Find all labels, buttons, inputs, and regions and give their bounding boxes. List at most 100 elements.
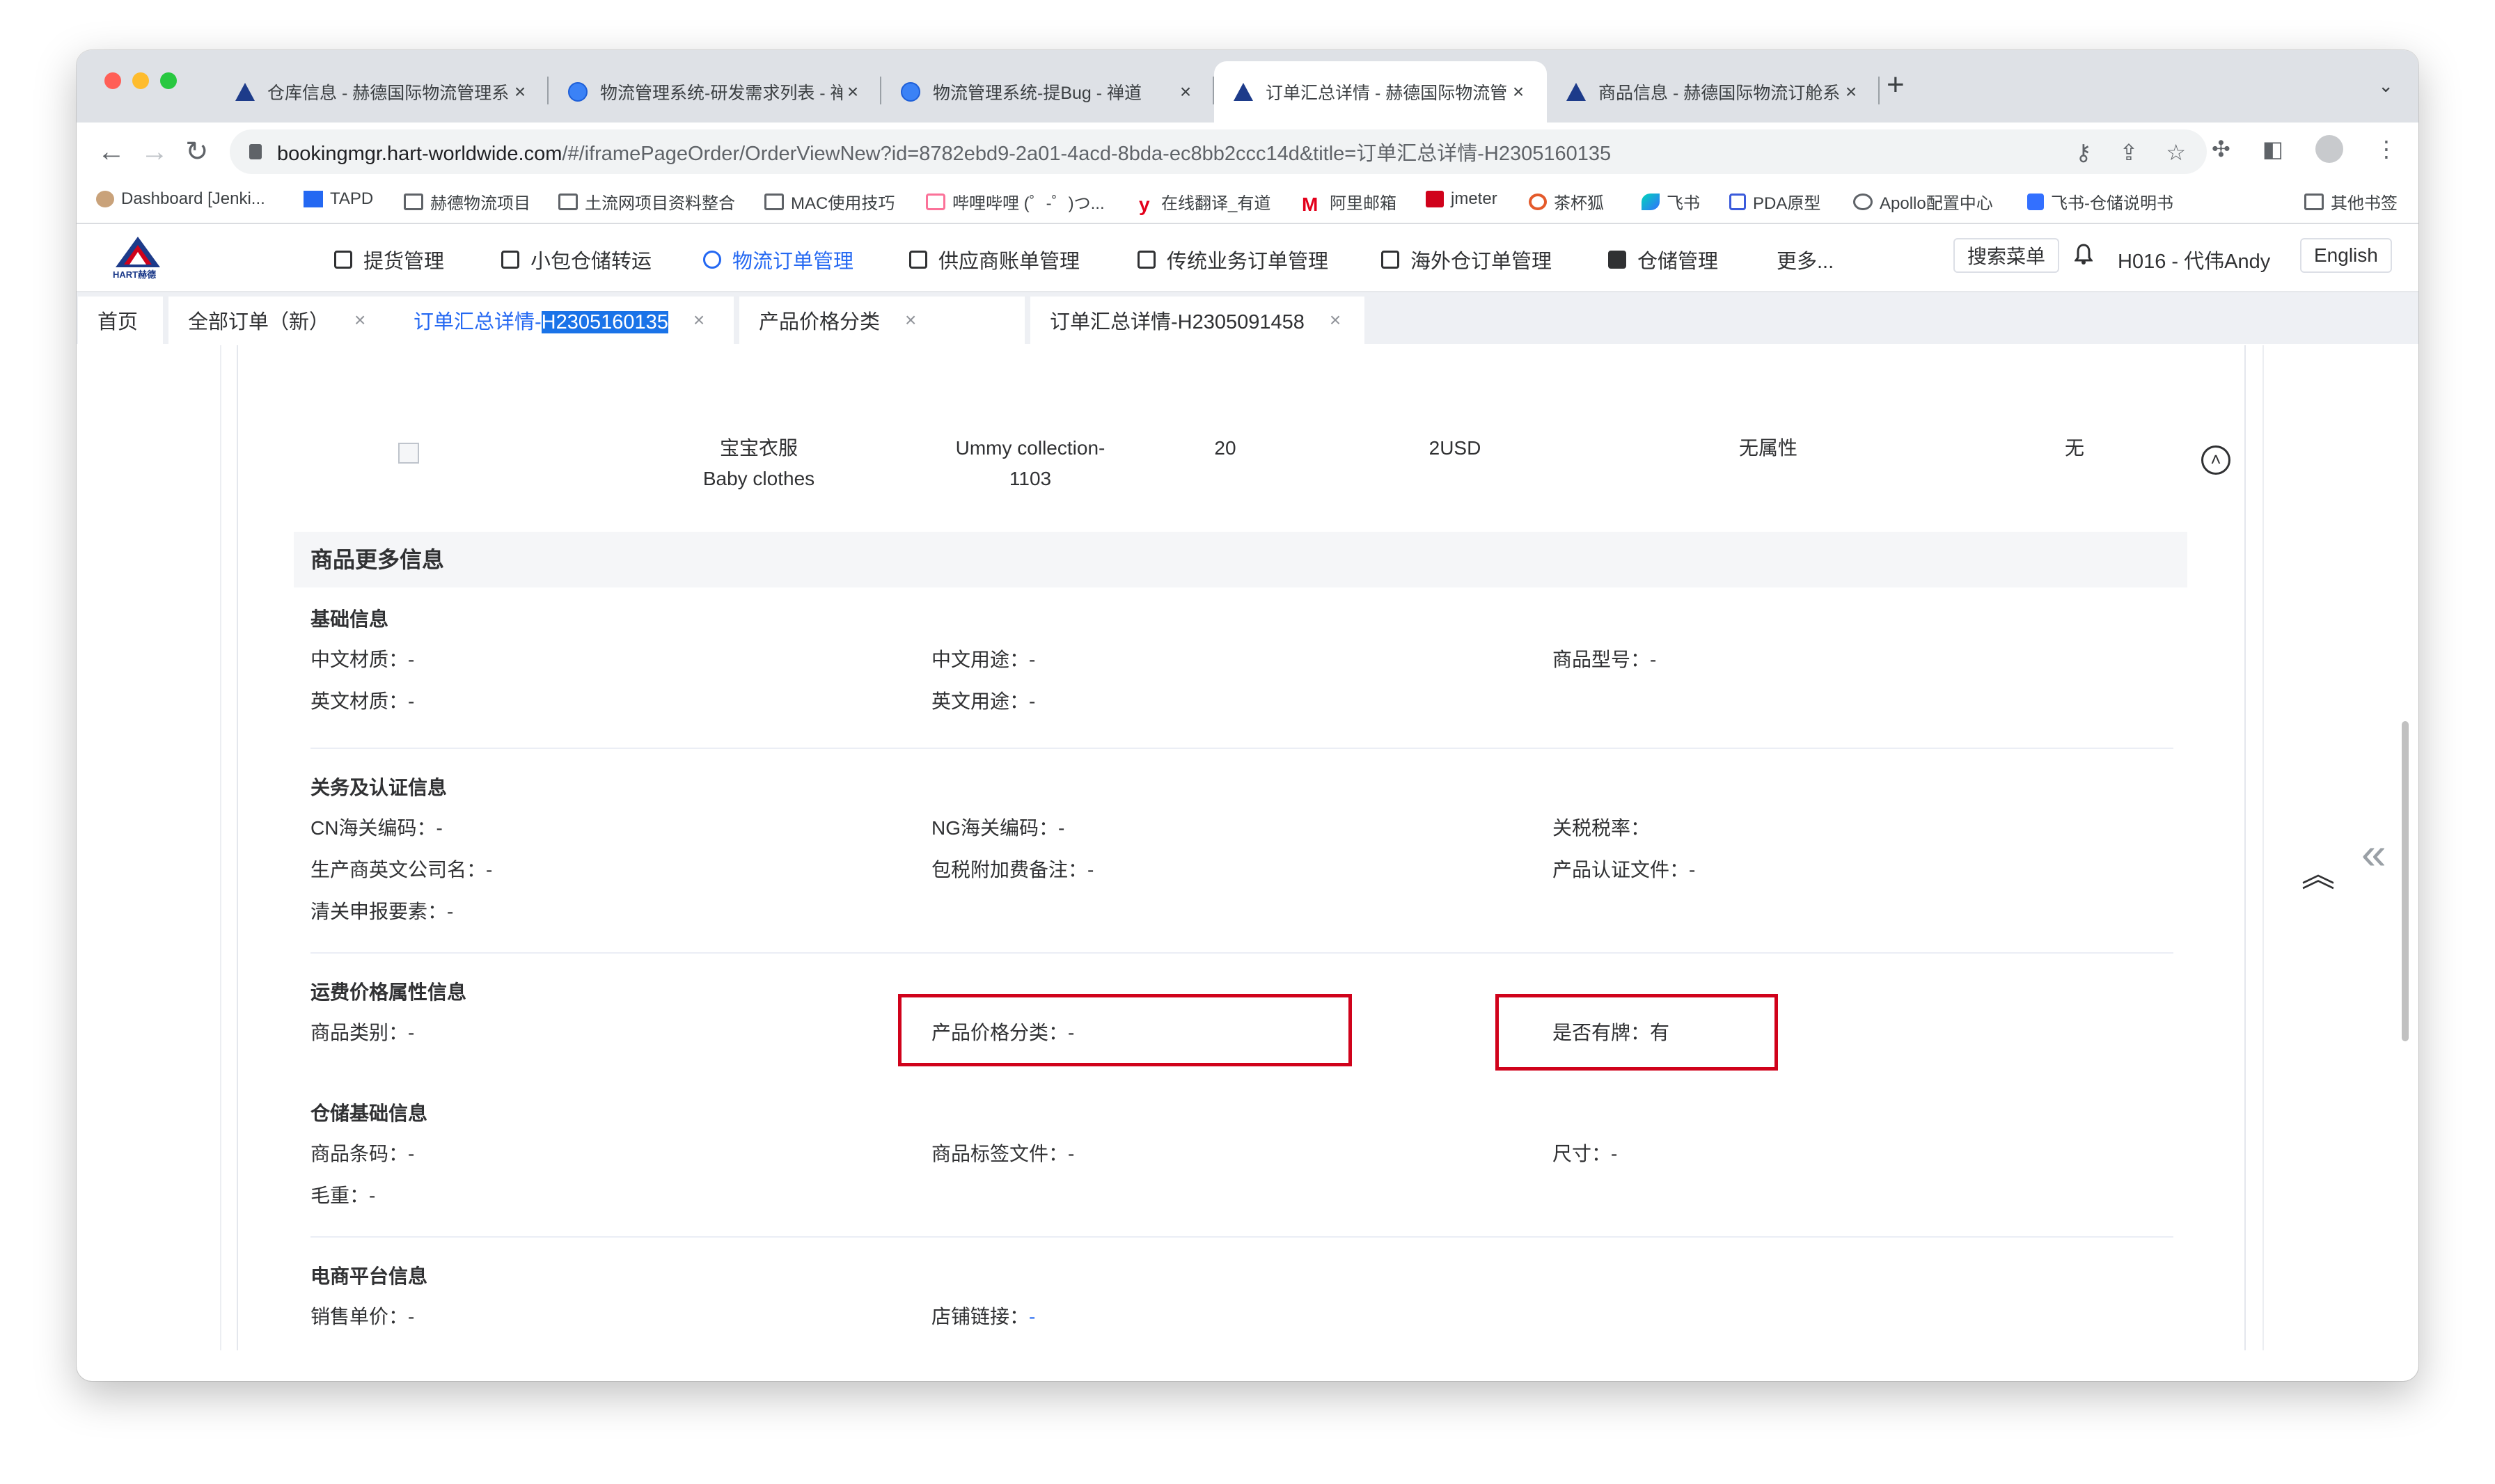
search-menu-button[interactable]: 搜索菜单 [1953, 238, 2060, 273]
hart-logo[interactable]: HART赫德 [110, 234, 166, 280]
key-icon[interactable]: ⚷ [2075, 139, 2091, 166]
tab-title: 商品信息 - 赫德国际物流订舱系统 [1598, 84, 1841, 103]
menu-logistics-orders[interactable]: 物流订单管理 [703, 245, 853, 274]
bell-icon[interactable] [2074, 244, 2093, 265]
scrollbar[interactable] [2402, 721, 2409, 1041]
bookmark-label: 阿里邮箱 [1330, 194, 1396, 213]
menu-traditional-orders[interactable]: 传统业务订单管理 [1138, 245, 1328, 274]
star-bookmark-icon[interactable]: ☆ [2166, 139, 2186, 166]
menu-label: 仓储管理 [1637, 251, 1719, 273]
bookmark-pda[interactable]: PDA原型 [1729, 189, 1820, 214]
bookmark-tapd[interactable]: TAPD [304, 189, 373, 209]
close-icon[interactable]: × [354, 309, 365, 331]
reload-icon[interactable]: ↻ [185, 135, 209, 168]
bookmark-jenkins[interactable]: Dashboard [Jenki... [96, 189, 265, 209]
bookmark-youdao[interactable]: y 在线翻译_有道 [1139, 189, 1271, 215]
page-tab-label: 首页 [97, 311, 139, 333]
order-detail-content: 宝宝衣服 Baby clothes Ummy collection- 1103 … [77, 345, 2418, 1350]
chabeihu-icon [1529, 193, 1547, 210]
product-name-cn: 宝宝衣服 [719, 437, 798, 459]
address-bar[interactable]: bookingmgr.hart-worldwide.com/#/iframePa… [230, 129, 2207, 174]
bookmark-label: 在线翻译_有道 [1161, 194, 1271, 213]
close-window-button[interactable] [104, 72, 121, 89]
profile-avatar-icon[interactable] [2315, 135, 2343, 163]
folder-icon [404, 193, 423, 210]
menu-more[interactable]: 更多... [1777, 245, 1834, 274]
page-tab-home[interactable]: 首页 [78, 297, 163, 344]
bookmark-jmeter[interactable]: jmeter [1426, 189, 1497, 209]
language-button[interactable]: English [2300, 238, 2392, 273]
package-icon [501, 251, 519, 269]
more-vertical-icon[interactable]: ⋮ [2375, 136, 2398, 162]
bookmark-folder-tuliu[interactable]: 土流网项目资料整合 [558, 189, 735, 214]
extensions-puzzle-icon[interactable]: ✣ [2212, 136, 2230, 162]
browser-tab-order-detail[interactable]: 订单汇总详情 - 赫德国际物流管理系统 × [1214, 61, 1547, 123]
close-icon[interactable]: × [693, 309, 705, 331]
calendar-icon [909, 251, 927, 269]
side-panel-collapse-icon[interactable]: « [2361, 831, 2386, 876]
fullscreen-window-button[interactable] [160, 72, 177, 89]
side-panel-icon[interactable]: ◧ [2262, 136, 2283, 162]
field-en-use: 英文用途：- [931, 690, 1036, 712]
menu-small-parcel[interactable]: 小包仓储转运 [501, 245, 652, 274]
new-tab-button[interactable]: + [1887, 70, 1905, 100]
browser-tab-product-info[interactable]: 商品信息 - 赫德国际物流订舱系统 × [1547, 61, 1880, 123]
field-gross-weight: 毛重：- [310, 1185, 376, 1206]
menu-label: 海外仓订单管理 [1410, 251, 1552, 273]
shop-link[interactable]: - [1029, 1306, 1035, 1327]
close-icon[interactable]: × [1841, 81, 1862, 103]
bookmark-label: 赫德物流项目 [430, 194, 530, 213]
tab-search-chevron-icon[interactable]: ⌄ [2378, 75, 2393, 97]
home-filled-icon [1608, 251, 1626, 269]
more-info-title: 商品更多信息 [294, 532, 2187, 587]
bookmark-apollo[interactable]: Apollo配置中心 [1853, 189, 1993, 214]
scroll-top-double-chevron-icon[interactable]: ︽ [2301, 859, 2335, 892]
menu-warehouse[interactable]: 仓储管理 [1608, 245, 1718, 274]
share-icon[interactable]: ⇪ [2120, 139, 2139, 166]
user-name[interactable]: H016 - 代伟Andy [2118, 245, 2270, 274]
close-icon[interactable]: × [1175, 81, 1196, 103]
bookmark-folder-other[interactable]: 其他书签 [2304, 189, 2398, 214]
globe-icon [703, 251, 721, 269]
minimize-window-button[interactable] [132, 72, 149, 89]
bookmark-chabeihu[interactable]: 茶杯狐 [1529, 189, 1604, 214]
lock-icon[interactable] [249, 144, 262, 159]
tab-title: 仓库信息 - 赫德国际物流管理系统 [267, 84, 510, 103]
field-shop-link: 店铺链接：- [931, 1306, 1036, 1327]
forward-arrow-icon[interactable]: → [141, 135, 168, 168]
sku-line: Ummy collection- [955, 437, 1105, 459]
close-icon[interactable]: × [1330, 309, 1341, 331]
page-tab-order-detail[interactable]: 订单汇总详情-H2305160135 × [394, 297, 734, 344]
page-tab-price-category[interactable]: 产品价格分类 × [739, 297, 1025, 344]
bilibili-icon [926, 193, 945, 210]
browser-tab-warehouse[interactable]: 仓库信息 - 赫德国际物流管理系统 × [216, 61, 549, 123]
close-icon[interactable]: × [905, 309, 916, 331]
bookmark-bilibili[interactable]: 哔哩哔哩 (゜-゜)つ... [926, 189, 1105, 214]
feishu-doc-icon [2027, 193, 2044, 210]
browser-tab-bug[interactable]: 物流管理系统-提Bug - 禅道 × [881, 61, 1214, 123]
browser-tab-requirements[interactable]: 物流管理系统-研发需求列表 - 禅道 × [549, 61, 881, 123]
bookmark-label: Apollo配置中心 [1880, 194, 1993, 213]
product-quantity: 20 [1214, 437, 1236, 459]
close-icon[interactable]: × [842, 81, 863, 103]
hart-logo-icon [1232, 81, 1254, 103]
close-icon[interactable]: × [510, 81, 530, 103]
bookmark-folder-mac[interactable]: MAC使用技巧 [764, 189, 895, 214]
menu-overseas-warehouse[interactable]: 海外仓订单管理 [1381, 245, 1552, 274]
tab-title: 订单汇总详情 - 赫德国际物流管理系统 [1266, 84, 1508, 103]
menu-pickup[interactable]: 提货管理 [334, 245, 444, 274]
truck-icon [334, 251, 352, 269]
menu-supplier-bills[interactable]: 供应商账单管理 [909, 245, 1080, 274]
bookmark-feishu-doc[interactable]: 飞书-仓储说明书 [2027, 189, 2173, 214]
highlight-price-class [898, 994, 1352, 1066]
close-icon[interactable]: × [1508, 81, 1529, 103]
product-sku: Ummy collection- 1103 [919, 433, 1142, 494]
collapse-chevron-up-icon[interactable]: ˄ [2201, 445, 2230, 475]
bookmark-alimail[interactable]: M 阿里邮箱 [1302, 189, 1396, 215]
bookmark-folder-hart[interactable]: 赫德物流项目 [404, 189, 530, 214]
back-arrow-icon[interactable]: ← [97, 135, 125, 168]
page-tab-order-detail-2[interactable]: 订单汇总详情-H2305091458 × [1030, 297, 1364, 344]
tab-title: 物流管理系统-研发需求列表 - 禅道 [600, 84, 842, 103]
menu-label: 小包仓储转运 [530, 251, 652, 273]
bookmark-feishu[interactable]: 飞书 [1642, 189, 1700, 214]
